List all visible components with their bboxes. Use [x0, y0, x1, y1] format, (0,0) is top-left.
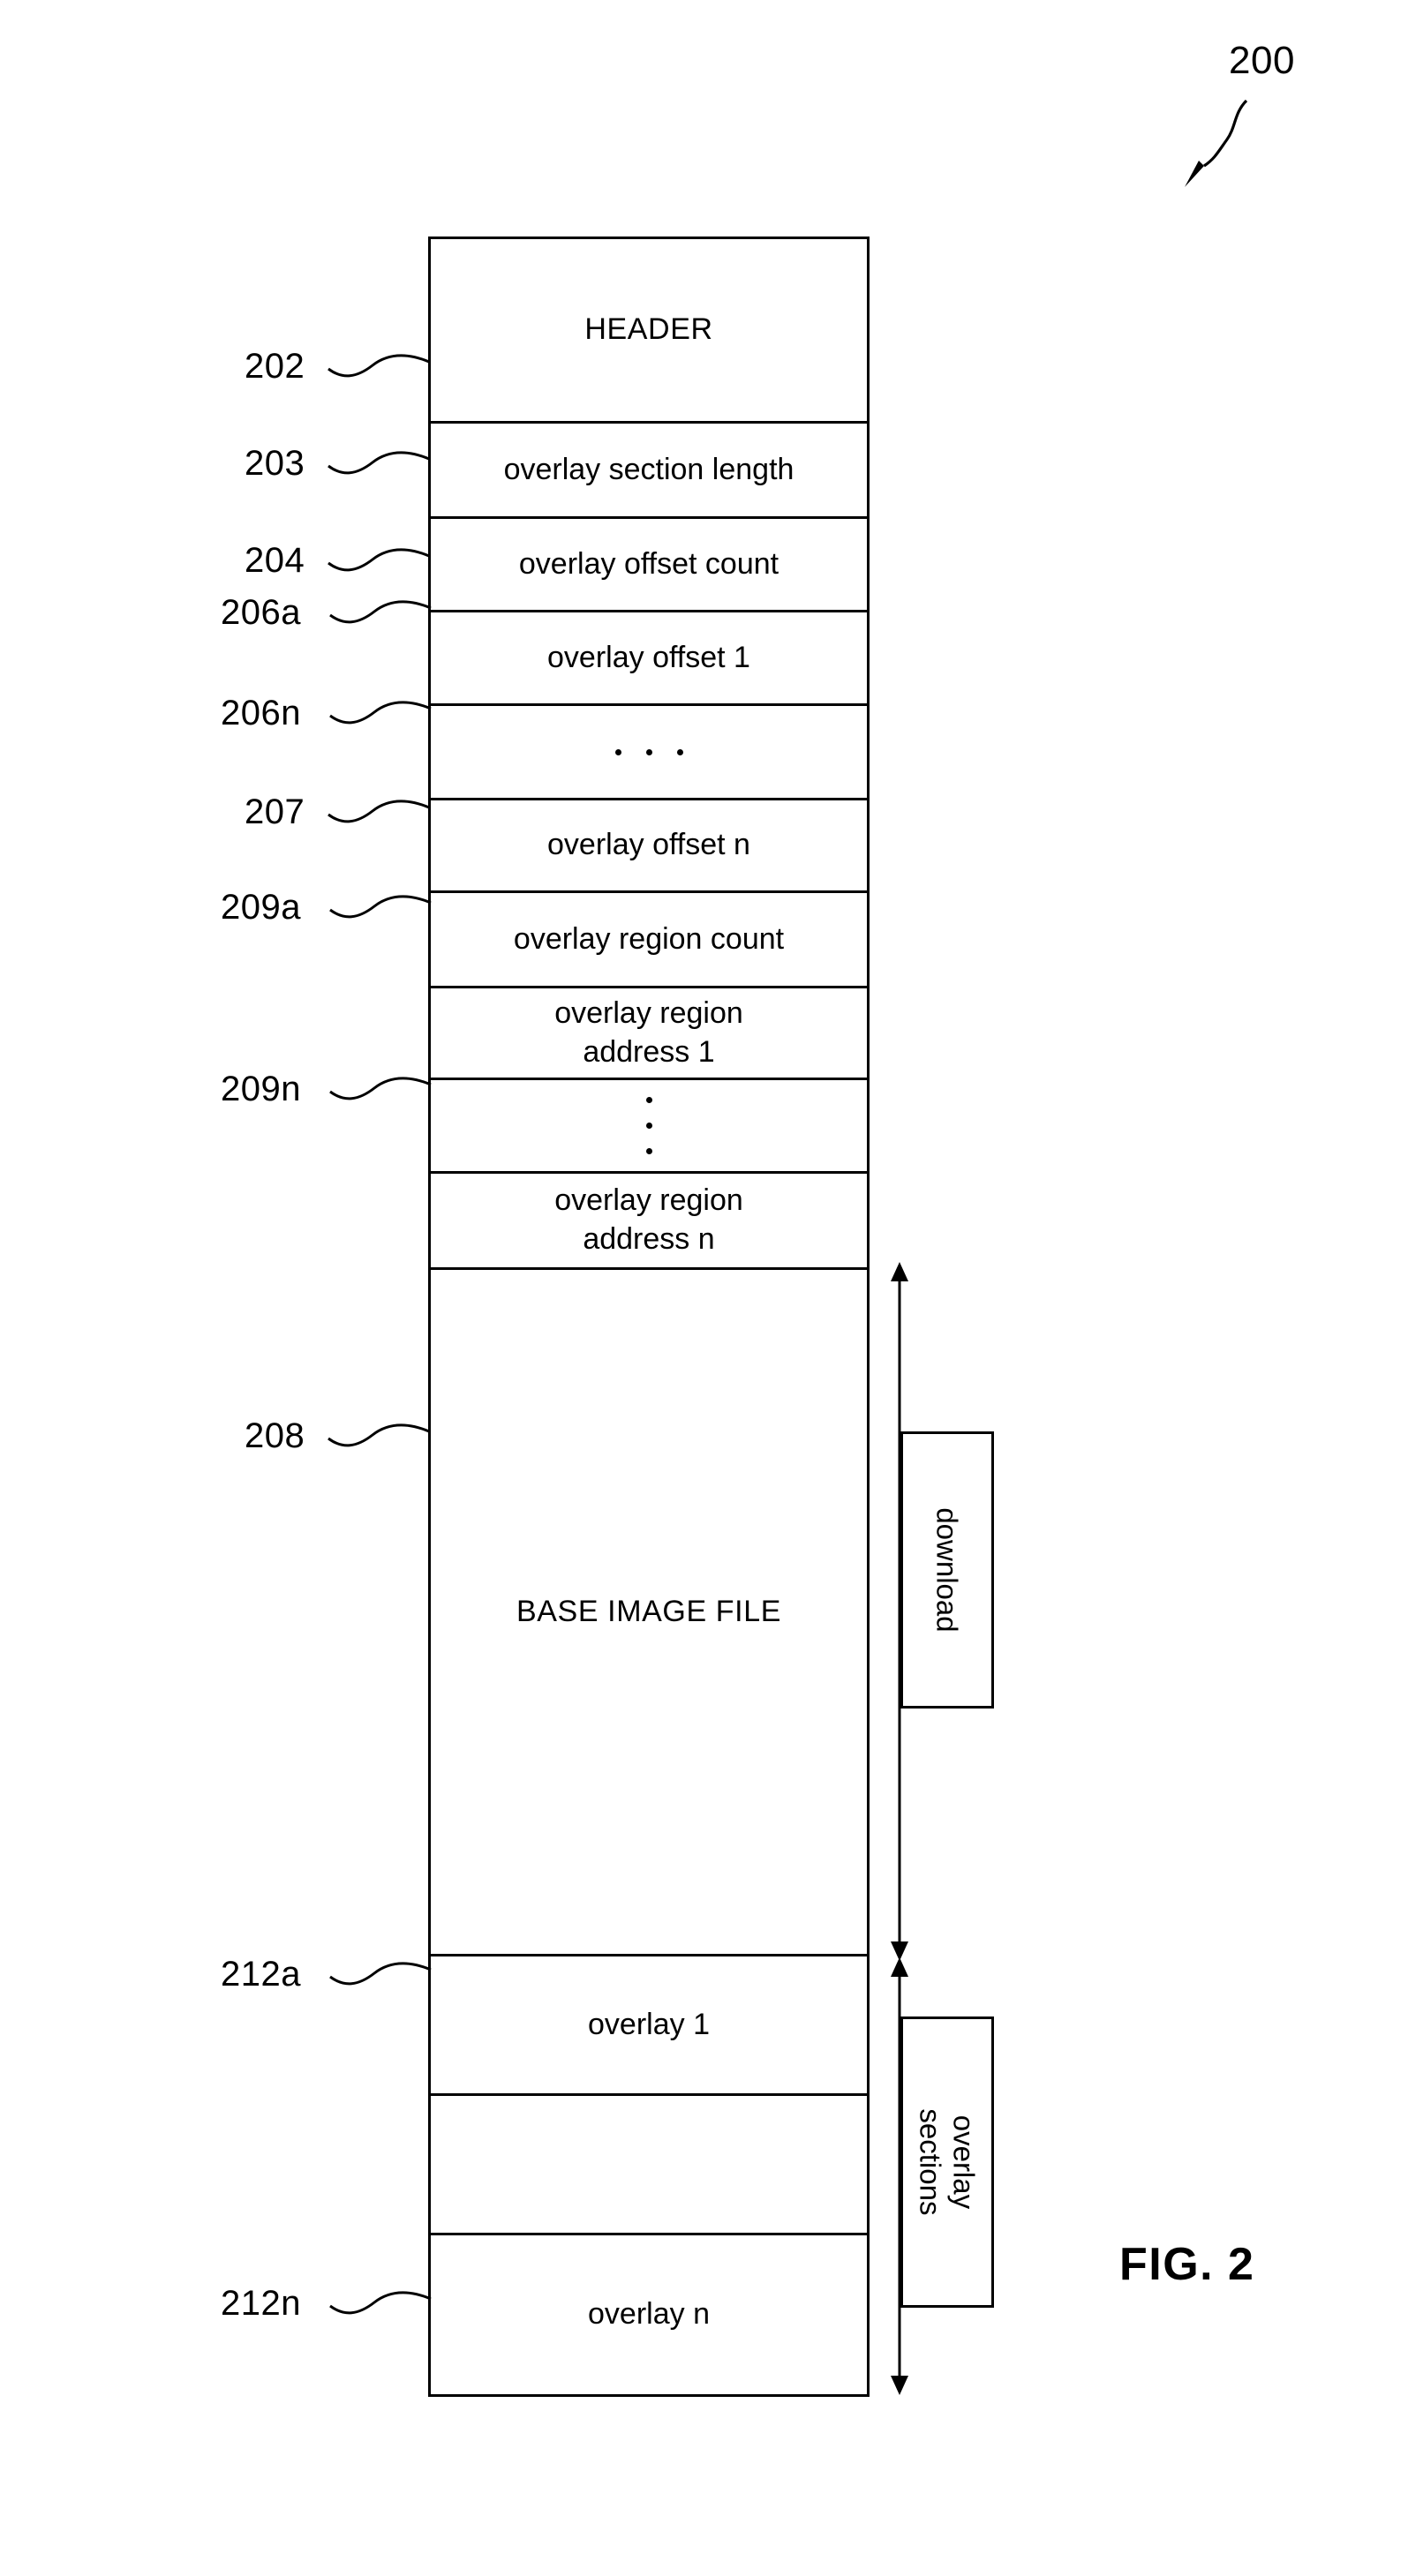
- leader-squiggle-209a-icon: [329, 895, 432, 919]
- row-overlay-1-label: overlay 1: [588, 2007, 710, 2041]
- row-overlay-offset-1: overlay offset 1: [431, 612, 867, 706]
- reference-206n: 206n: [221, 694, 301, 732]
- row-overlay-1: overlay 1: [431, 1956, 867, 2096]
- reference-202: 202: [245, 347, 305, 386]
- patent-figure-page: 200 HEADER overlay section length overla…: [0, 0, 1408, 2576]
- row-overlay-region-address-1-label: overlay region address 1: [554, 995, 743, 1071]
- vertical-ellipsis-icon: [645, 1097, 652, 1154]
- reference-206a: 206a: [221, 593, 301, 632]
- overlay-sections-label: overlay sections: [914, 2108, 981, 2215]
- download-label: download: [930, 1507, 964, 1633]
- row-overlay-offset-n: overlay offset n: [431, 800, 867, 893]
- reference-207: 207: [245, 792, 305, 831]
- leader-squiggle-203-icon: [328, 451, 430, 475]
- row-base-image-file: BASE IMAGE FILE: [431, 1270, 867, 1956]
- reference-212n: 212n: [221, 2284, 301, 2323]
- row-horizontal-ellipsis: [431, 706, 867, 800]
- leader-squiggle-207-icon: [328, 800, 430, 823]
- row-overlay-region-count: overlay region count: [431, 893, 867, 988]
- row-overlay-region-address-n-label: overlay region address n: [554, 1182, 743, 1258]
- overlay-sections-line2: sections: [915, 2108, 947, 2216]
- reference-209a: 209a: [221, 888, 301, 927]
- leader-line-200-icon: [1185, 99, 1248, 187]
- row-vertical-ellipsis: [431, 1080, 867, 1174]
- leader-squiggle-204-icon: [328, 548, 430, 572]
- row-overlay-region-count-label: overlay region count: [513, 921, 785, 956]
- row-overlay-offset-count-label: overlay offset count: [518, 546, 779, 581]
- row-overlay-offset-count: overlay offset count: [431, 519, 867, 612]
- row-overlay-region-address-n-line2: address n: [583, 1222, 715, 1256]
- row-header-label: HEADER: [584, 312, 713, 347]
- row-overlay-section-length: overlay section length: [431, 424, 867, 519]
- overlay-sections-line1: overlay: [947, 2114, 981, 2210]
- leader-squiggle-206a-icon: [329, 600, 432, 624]
- row-header: HEADER: [431, 239, 867, 424]
- reference-204: 204: [245, 541, 305, 580]
- row-overlay-n: overlay n: [431, 2235, 867, 2394]
- row-overlay-region-address-1-line2: address 1: [583, 1034, 715, 1069]
- row-overlay-region-address-n-line1: overlay region: [554, 1183, 743, 1218]
- leader-squiggle-209n-icon: [329, 1077, 432, 1100]
- overlay-sections-label-box: overlay sections: [900, 2016, 994, 2308]
- leader-squiggle-212n-icon: [329, 2291, 432, 2315]
- reference-203: 203: [245, 444, 305, 483]
- reference-212a: 212a: [221, 1955, 301, 1994]
- download-label-box: download: [900, 1431, 994, 1709]
- row-overlay-region-address-1-line1: overlay region: [554, 995, 743, 1030]
- row-base-image-file-label: BASE IMAGE FILE: [516, 1594, 781, 1628]
- leader-squiggle-212a-icon: [329, 1962, 432, 1986]
- row-overlay-blank: [431, 2096, 867, 2235]
- leader-squiggle-208-icon: [328, 1423, 430, 1447]
- leader-squiggle-202-icon: [328, 354, 430, 378]
- reference-208: 208: [245, 1416, 305, 1455]
- figure-caption: FIG. 2: [1119, 2239, 1255, 2290]
- reference-209n: 209n: [221, 1070, 301, 1108]
- row-overlay-offset-n-label: overlay offset n: [547, 828, 750, 862]
- row-overlay-region-address-1: overlay region address 1: [431, 988, 867, 1080]
- leader-squiggle-206n-icon: [329, 701, 432, 725]
- file-layout-stack: HEADER overlay section length overlay of…: [428, 237, 870, 2397]
- row-overlay-n-label: overlay n: [588, 2297, 710, 2332]
- row-overlay-region-address-n: overlay region address n: [431, 1174, 867, 1270]
- horizontal-ellipsis-icon: [614, 748, 683, 755]
- row-overlay-section-length-label: overlay section length: [503, 452, 794, 486]
- row-overlay-offset-1-label: overlay offset 1: [547, 640, 750, 674]
